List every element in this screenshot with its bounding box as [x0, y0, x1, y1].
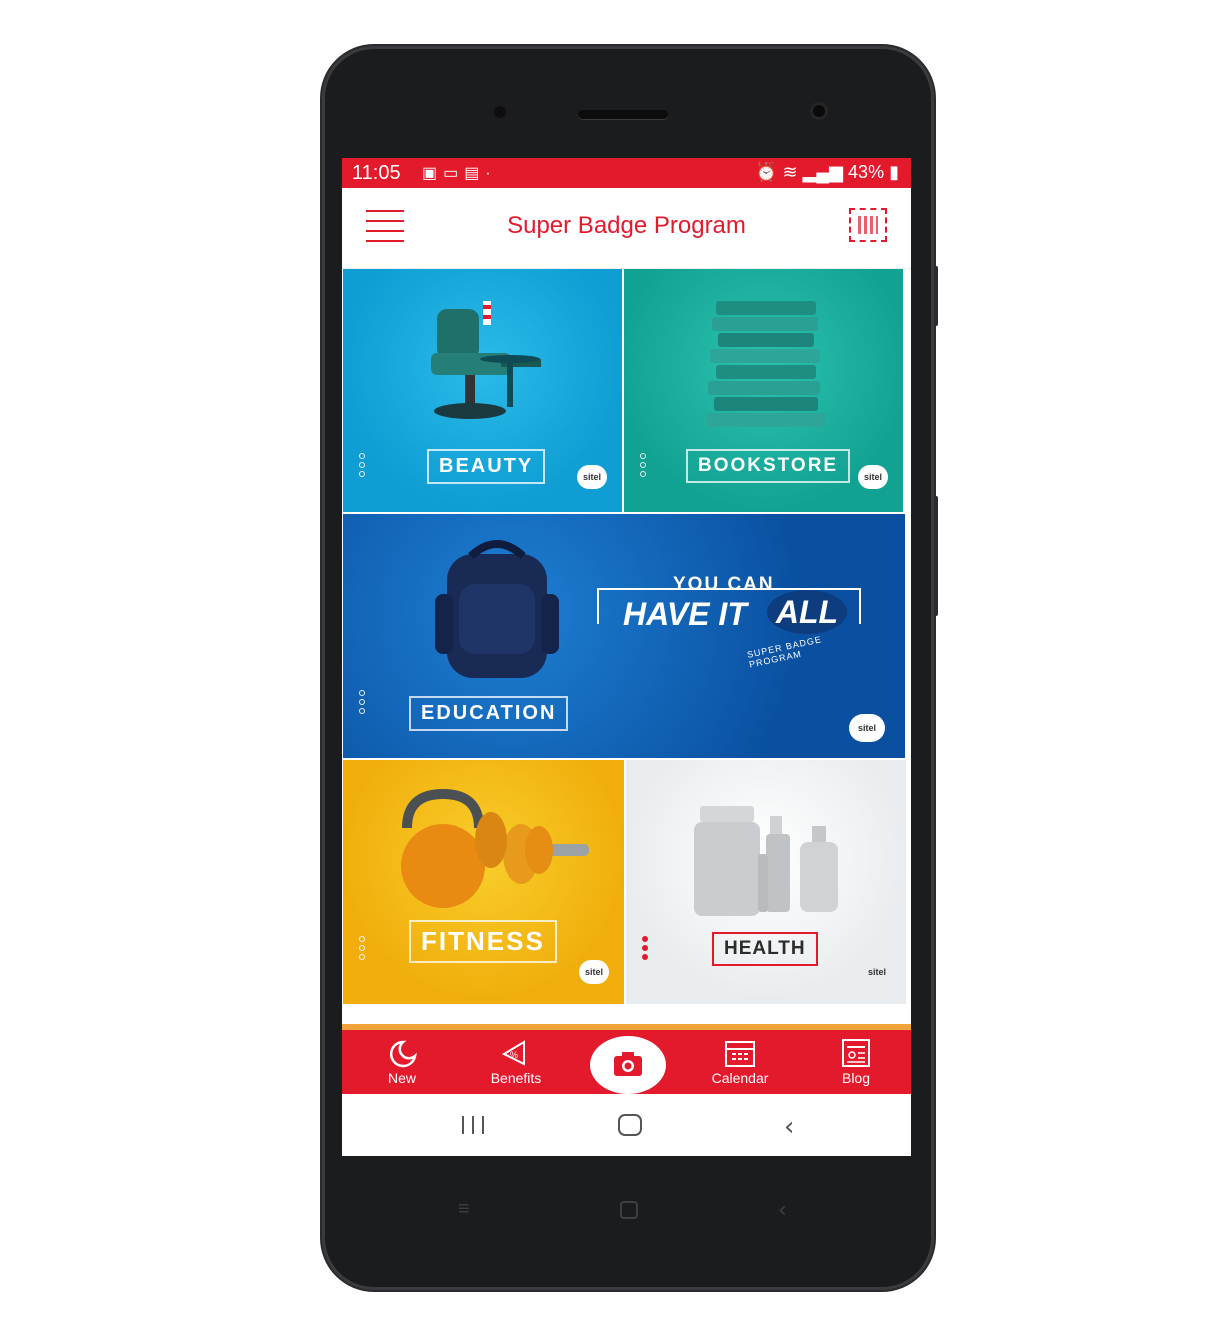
calendar-icon — [725, 1041, 755, 1067]
nav-item-blog[interactable]: Blog — [816, 1038, 896, 1086]
dot-icon: · — [485, 165, 497, 182]
social-dots — [642, 936, 648, 963]
system-nav-bar: ‹ — [342, 1094, 911, 1156]
hw-menu-icon: ≡ — [458, 1198, 470, 1220]
nav-item-calendar[interactable]: Calendar — [700, 1038, 780, 1086]
you-can-have-it-all-banner: YOU CAN HAVE IT ALL SUPER BADGE PROGRAM — [597, 574, 861, 670]
page-title: Super Badge Program — [507, 212, 746, 239]
gallery-icon: ▣ — [422, 165, 444, 182]
status-right: ⏰ ≋ ▂▄▆ 43% ▮ — [755, 162, 899, 183]
front-camera — [810, 102, 828, 120]
social-dots — [359, 936, 365, 963]
medicine-bottles-icon — [694, 806, 838, 916]
signal-icon: ▂▄▆ — [802, 162, 844, 182]
tile-label-fitness: FITNESS — [409, 920, 557, 963]
status-time: 11:05 — [352, 162, 401, 184]
laptop-icon: ▭ — [443, 165, 465, 182]
svg-text:%: % — [510, 1050, 518, 1060]
social-dots — [359, 690, 365, 717]
banner-line2b: ALL — [767, 590, 847, 634]
tile-bookstore[interactable]: BOOKSTORE sitel — [624, 269, 903, 512]
backpack-icon — [435, 540, 559, 678]
nav-label-calendar: Calendar — [711, 1070, 769, 1086]
nav-label-new: New — [387, 1070, 416, 1086]
recents-icon[interactable] — [460, 1116, 486, 1136]
proximity-sensor — [494, 106, 506, 118]
status-bar: 11:05 ▣▭▤· ⏰ ≋ ▂▄▆ 43% ▮ — [342, 158, 911, 188]
battery-percent: 43% — [848, 162, 885, 182]
social-dots — [640, 453, 646, 480]
message-icon: ▤ — [464, 165, 486, 182]
banner-line2: HAVE IT — [623, 596, 747, 632]
home-icon[interactable] — [618, 1114, 642, 1136]
hw-back-icon: ‹ — [778, 1198, 787, 1223]
tile-beauty[interactable]: BEAUTY sitel — [343, 269, 622, 512]
kettlebell-icon — [401, 788, 589, 908]
sitel-logo: sitel — [858, 465, 888, 489]
back-icon[interactable]: ‹ — [784, 1112, 794, 1142]
camera-button[interactable] — [590, 1036, 666, 1094]
bottom-nav: New % Benefits Calendar Blog — [342, 1024, 911, 1094]
megaphone-icon: % — [501, 1040, 525, 1066]
nav-label-benefits: Benefits — [490, 1070, 542, 1086]
news-icon — [842, 1039, 870, 1067]
tile-label-health: HEALTH — [712, 932, 818, 966]
tile-fitness[interactable]: FITNESS sitel — [343, 760, 624, 1004]
barber-chair-icon — [431, 301, 541, 419]
tile-education[interactable]: EDUCATION YOU CAN HAVE IT ALL SUPER BADG… — [343, 514, 905, 758]
sitel-logo: sitel — [867, 967, 886, 977]
earpiece-speaker — [578, 110, 668, 119]
qr-code-icon[interactable] — [849, 208, 887, 242]
camera-icon — [614, 1052, 642, 1076]
social-dots — [359, 453, 365, 480]
nav-item-new[interactable]: New — [362, 1038, 442, 1086]
tile-label-beauty: BEAUTY — [427, 449, 546, 484]
nav-item-benefits[interactable]: % Benefits — [476, 1038, 556, 1086]
alarm-icon: ⏰ — [755, 162, 778, 182]
power-button — [934, 496, 938, 616]
book-stack-icon — [706, 301, 826, 427]
wifi-icon: ≋ — [782, 162, 798, 182]
tile-label-education: EDUCATION — [409, 696, 569, 731]
sitel-logo: sitel — [577, 465, 607, 489]
status-left-icons: ▣▭▤· — [422, 163, 497, 183]
nav-label-blog: Blog — [841, 1070, 871, 1086]
volume-button — [934, 266, 938, 326]
battery-icon: ▮ — [889, 162, 899, 182]
tile-label-bookstore: BOOKSTORE — [686, 449, 851, 483]
phone-screen: 11:05 ▣▭▤· ⏰ ≋ ▂▄▆ 43% ▮ Super Badge Pro… — [342, 158, 911, 1156]
moon-icon — [389, 1040, 417, 1068]
tile-health[interactable]: HEALTH sitel — [626, 760, 906, 1004]
sitel-logo: sitel — [849, 714, 885, 742]
app-bar: Super Badge Program — [342, 188, 911, 269]
sitel-logo: sitel — [579, 960, 609, 984]
banner-line1: YOU CAN — [673, 574, 775, 595]
hw-home-icon — [620, 1201, 638, 1219]
